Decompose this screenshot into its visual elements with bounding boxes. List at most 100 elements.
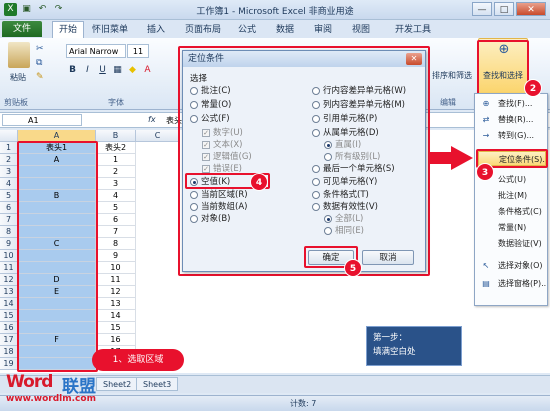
- cell-b[interactable]: 1: [96, 154, 136, 166]
- radio-option[interactable]: 行内容差异单元格(W): [312, 85, 406, 97]
- radio-option[interactable]: 当前区域(R): [190, 189, 248, 201]
- tab-developer[interactable]: 开发工具: [395, 23, 431, 37]
- tab-insert[interactable]: 插入: [147, 23, 165, 37]
- radio-option[interactable]: 公式(F): [190, 113, 230, 125]
- cell-b[interactable]: 7: [96, 226, 136, 238]
- row-header[interactable]: 12: [0, 274, 18, 286]
- menu-item[interactable]: 常量(N): [478, 220, 546, 235]
- row-header[interactable]: 4: [0, 178, 18, 190]
- row-header[interactable]: 7: [0, 214, 18, 226]
- sheet-tab-3[interactable]: Sheet3: [136, 377, 179, 391]
- tab-data[interactable]: 数据: [276, 23, 294, 37]
- clipboard-group-label: 剪贴板: [4, 98, 28, 107]
- col-header-b[interactable]: B: [96, 130, 136, 142]
- row-header[interactable]: 11: [0, 262, 18, 274]
- borders-icon[interactable]: ▦: [111, 64, 124, 77]
- row-header[interactable]: 2: [0, 154, 18, 166]
- menu-item[interactable]: ▤ 选择窗格(P)...: [478, 276, 546, 291]
- col-header-c[interactable]: C: [136, 130, 180, 142]
- maximize-button[interactable]: □: [494, 2, 514, 16]
- row-header[interactable]: 14: [0, 298, 18, 310]
- row-header[interactable]: 17: [0, 334, 18, 346]
- radio-option[interactable]: 数据有效性(V): [312, 201, 378, 213]
- font-color-icon[interactable]: A: [141, 64, 154, 77]
- tab-page-layout[interactable]: 页面布局: [185, 23, 221, 37]
- paste-icon[interactable]: [8, 42, 30, 68]
- menu-item[interactable]: 数据验证(V): [478, 236, 546, 251]
- tab-view[interactable]: 视图: [352, 23, 370, 37]
- close-button[interactable]: ✕: [516, 2, 546, 16]
- row-header[interactable]: 5: [0, 190, 18, 202]
- select-all-corner[interactable]: [0, 130, 18, 142]
- row-header[interactable]: 10: [0, 250, 18, 262]
- row-header[interactable]: 9: [0, 238, 18, 250]
- cell-b[interactable]: 13: [96, 298, 136, 310]
- tab-review[interactable]: 审阅: [314, 23, 332, 37]
- cell-b[interactable]: 12: [96, 286, 136, 298]
- name-box[interactable]: A1: [2, 114, 82, 126]
- cancel-button[interactable]: 取消: [362, 250, 414, 265]
- row-header[interactable]: 6: [0, 202, 18, 214]
- format-painter-icon[interactable]: ✎: [36, 72, 44, 82]
- row-header[interactable]: 3: [0, 166, 18, 178]
- row-header[interactable]: 1: [0, 142, 18, 154]
- cell-b[interactable]: 8: [96, 238, 136, 250]
- cell-b[interactable]: 2: [96, 166, 136, 178]
- radio-option[interactable]: 批注(C): [190, 85, 231, 97]
- tab-home[interactable]: 开始: [52, 21, 85, 38]
- cell-b[interactable]: 9: [96, 250, 136, 262]
- italic-icon[interactable]: I: [81, 64, 94, 77]
- tab-classic-menu[interactable]: 怀旧菜单: [92, 23, 128, 37]
- menu-item[interactable]: → 转到(G)...: [478, 128, 546, 143]
- paste-label[interactable]: 粘贴: [10, 72, 26, 83]
- cell-b[interactable]: 14: [96, 310, 136, 322]
- menu-item[interactable]: 条件格式(C): [478, 204, 546, 219]
- copy-icon[interactable]: ⧉: [36, 58, 42, 68]
- font-name-select[interactable]: Arial Narrow: [66, 44, 126, 58]
- option-label: 相同(E): [335, 226, 365, 236]
- row-header[interactable]: 15: [0, 310, 18, 322]
- font-size-select[interactable]: 11: [127, 44, 149, 58]
- cut-icon[interactable]: ✂: [36, 44, 44, 54]
- row-header[interactable]: 19: [0, 358, 18, 370]
- menu-item[interactable]: ⇄ 替换(R)...: [478, 112, 546, 127]
- cell-b[interactable]: 5: [96, 202, 136, 214]
- row-header[interactable]: 13: [0, 286, 18, 298]
- menu-item[interactable]: ⊕ 查找(F)...: [478, 96, 546, 111]
- menu-item[interactable]: ↖ 选择对象(O): [478, 258, 546, 273]
- cell-b[interactable]: 11: [96, 274, 136, 286]
- tab-file[interactable]: 文件: [2, 21, 42, 37]
- option-label: 直属(I): [335, 140, 362, 150]
- row-header[interactable]: 8: [0, 226, 18, 238]
- row-header[interactable]: 16: [0, 322, 18, 334]
- radio-option[interactable]: 列内容差异单元格(M): [312, 99, 405, 111]
- radio-option[interactable]: 条件格式(T): [312, 189, 369, 201]
- radio-option[interactable]: 从属单元格(D): [312, 127, 379, 139]
- sheet-tab-2[interactable]: Sheet2: [96, 377, 139, 391]
- tab-formulas[interactable]: 公式: [238, 23, 256, 37]
- radio-option[interactable]: 对象(B): [190, 213, 230, 225]
- menu-item[interactable]: 批注(M): [478, 188, 546, 203]
- radio-option[interactable]: 最后一个单元格(S): [312, 163, 395, 175]
- sort-filter-button[interactable]: 排序和筛选: [432, 70, 472, 81]
- cell-b[interactable]: 15: [96, 322, 136, 334]
- radio-option[interactable]: 当前数组(A): [190, 201, 247, 213]
- fx-icon[interactable]: fx: [148, 115, 156, 124]
- cell-b[interactable]: 3: [96, 178, 136, 190]
- fill-color-icon[interactable]: ◆: [126, 64, 139, 77]
- bold-icon[interactable]: B: [66, 64, 79, 77]
- minimize-button[interactable]: —: [472, 2, 492, 16]
- step-3-marker: 3: [476, 163, 494, 181]
- radio-option[interactable]: 引用单元格(P): [312, 113, 377, 125]
- cell-b[interactable]: 6: [96, 214, 136, 226]
- cell-b[interactable]: 16: [96, 334, 136, 346]
- row-header[interactable]: 18: [0, 346, 18, 358]
- radio-icon: [312, 191, 320, 199]
- cell-b[interactable]: 表头2: [96, 142, 136, 154]
- underline-icon[interactable]: U: [96, 64, 109, 77]
- radio-option[interactable]: 可见单元格(Y): [312, 176, 377, 188]
- cell-b[interactable]: 10: [96, 262, 136, 274]
- cell-b[interactable]: 4: [96, 190, 136, 202]
- dialog-close-icon[interactable]: ✕: [406, 53, 422, 65]
- radio-option[interactable]: 常量(O): [190, 99, 231, 111]
